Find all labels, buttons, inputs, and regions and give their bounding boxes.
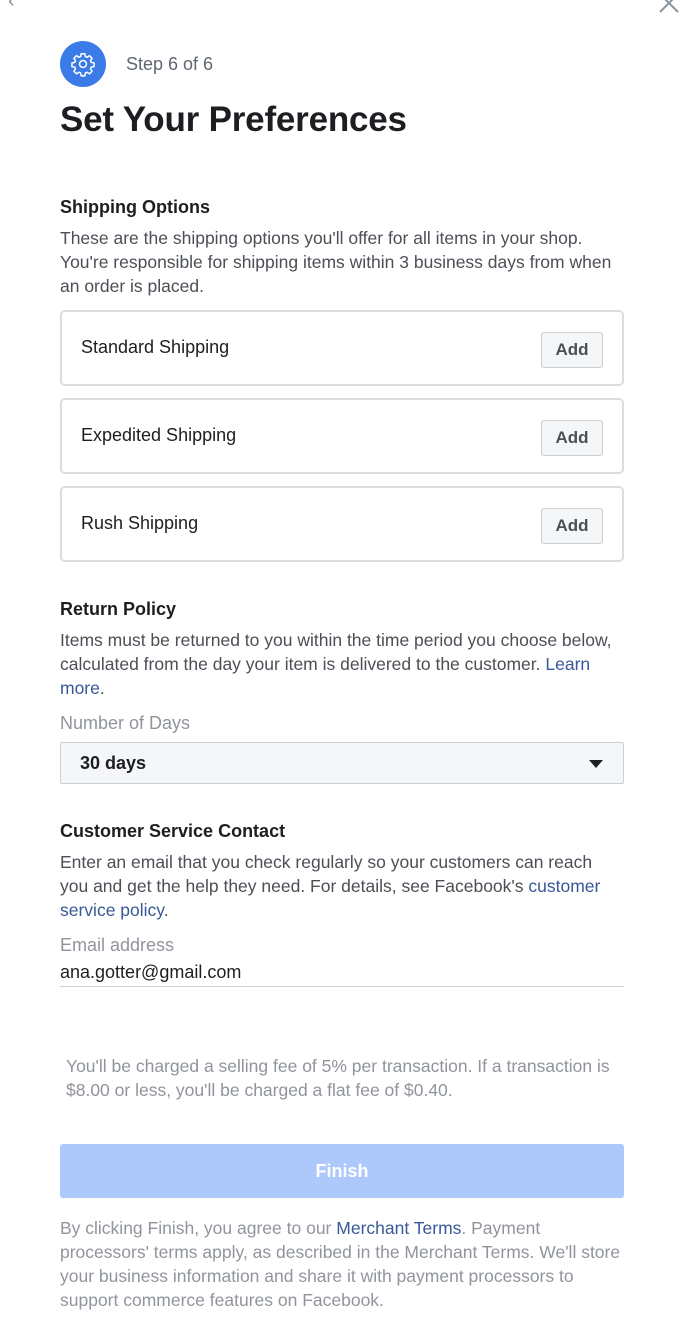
add-rush-shipping-button[interactable]: Add [541,508,603,544]
shipping-description: These are the shipping options you'll of… [60,228,612,296]
shipping-option-rush: Rush Shipping Add [60,486,624,562]
shipping-option-standard: Standard Shipping Add [60,310,624,386]
terms-prefix: By clicking Finish, you agree to our [60,1218,332,1238]
add-expedited-shipping-button[interactable]: Add [541,420,603,456]
selling-fee-note: You'll be charged a selling fee of 5% pe… [66,1056,610,1100]
gear-icon [60,41,106,87]
number-of-days-select[interactable]: 30 days [60,742,624,784]
return-policy-title: Return Policy [60,599,177,619]
shipping-option-label: Expedited Shipping [81,425,237,445]
number-of-days-label: Number of Days [60,713,191,733]
return-policy-period: . [99,678,105,698]
page-title: Set Your Preferences [60,100,407,139]
email-address-input[interactable]: ana.gotter@gmail.com [60,962,241,983]
finish-button[interactable]: Finish [60,1144,624,1198]
customer-service-title: Customer Service Contact [60,821,286,841]
close-icon[interactable] [656,0,682,16]
customer-service-text: Enter an email that you check regularly … [60,852,593,896]
step-label: Step 6 of 6 [126,53,214,74]
email-address-label: Email address [60,935,175,955]
return-policy-text: Items must be returned to you within the… [60,630,612,674]
customer-service-period: . [163,900,169,920]
shipping-option-label: Rush Shipping [81,513,199,533]
shipping-option-expedited: Expedited Shipping Add [60,398,624,474]
shipping-section-title: Shipping Options [60,197,210,217]
customer-service-description: Enter an email that you check regularly … [60,850,624,922]
number-of-days-value: 30 days [80,753,147,773]
caret-down-icon [589,760,603,768]
add-standard-shipping-button[interactable]: Add [541,332,603,368]
step-indicator: Step 6 of 6 [60,41,214,87]
back-chevron-icon[interactable]: ‹ [8,0,26,11]
terms-text: By clicking Finish, you agree to our Mer… [60,1216,624,1312]
email-input-underline [60,986,624,987]
merchant-terms-link[interactable]: Merchant Terms [336,1218,461,1238]
return-policy-description: Items must be returned to you within the… [60,628,624,700]
shipping-option-label: Standard Shipping [81,337,230,357]
